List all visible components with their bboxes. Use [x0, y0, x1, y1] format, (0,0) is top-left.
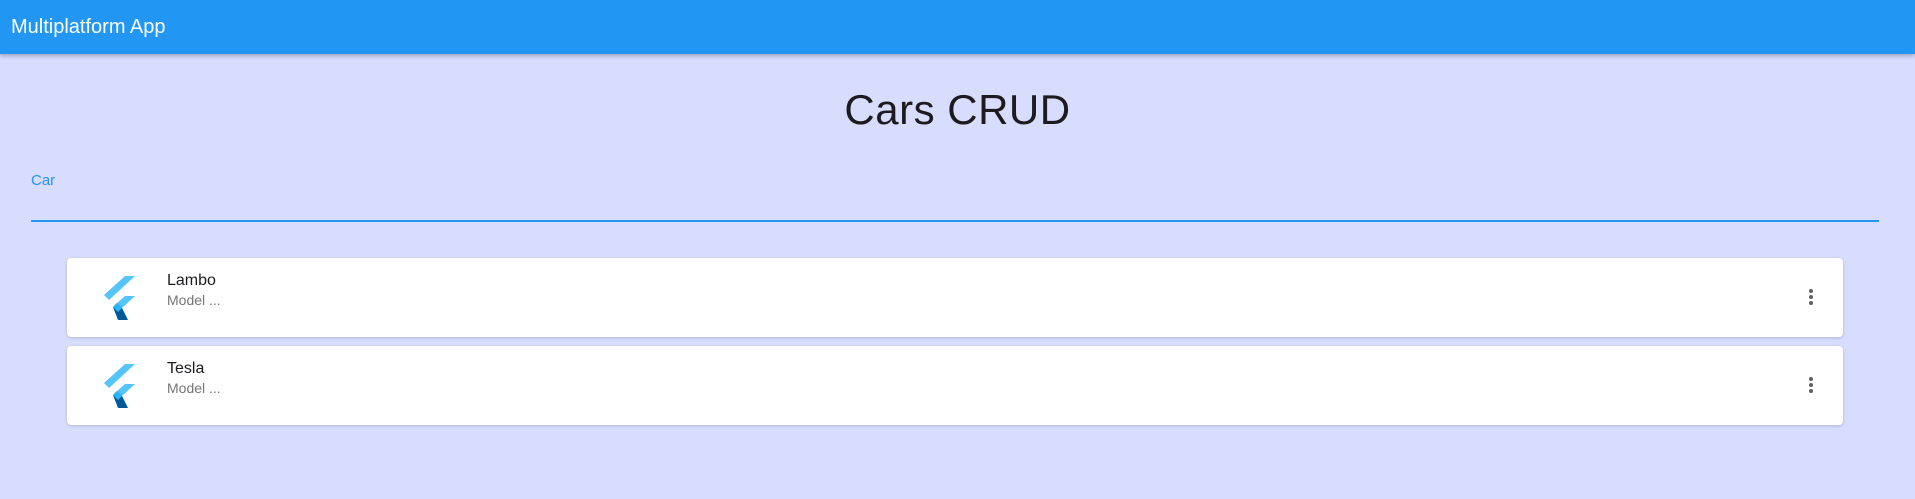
- flutter-logo-icon: [99, 276, 139, 320]
- car-text: Tesla Model ...: [167, 359, 221, 397]
- more-vert-icon[interactable]: [1799, 373, 1823, 397]
- car-input[interactable]: [31, 190, 1879, 218]
- car-model: Model ...: [167, 380, 221, 396]
- car-name: Tesla: [167, 360, 205, 377]
- car-list: Lambo Model ... Tesla Model ...: [67, 258, 1843, 434]
- car-field-underline: [31, 220, 1879, 222]
- car-name: Lambo: [167, 272, 216, 289]
- car-list-item-lambo[interactable]: Lambo Model ...: [67, 258, 1843, 337]
- car-list-item-tesla[interactable]: Tesla Model ...: [67, 346, 1843, 425]
- app-bar: Multiplatform App: [0, 0, 1915, 54]
- car-model: Model ...: [167, 292, 221, 308]
- car-text-field[interactable]: Car: [31, 166, 1879, 222]
- more-vert-icon[interactable]: [1799, 285, 1823, 309]
- car-field-label: Car: [31, 172, 56, 189]
- flutter-logo-icon: [99, 364, 139, 408]
- app-title: Multiplatform App: [11, 15, 166, 38]
- page-title: Cars CRUD: [844, 86, 1071, 133]
- car-text: Lambo Model ...: [167, 271, 221, 309]
